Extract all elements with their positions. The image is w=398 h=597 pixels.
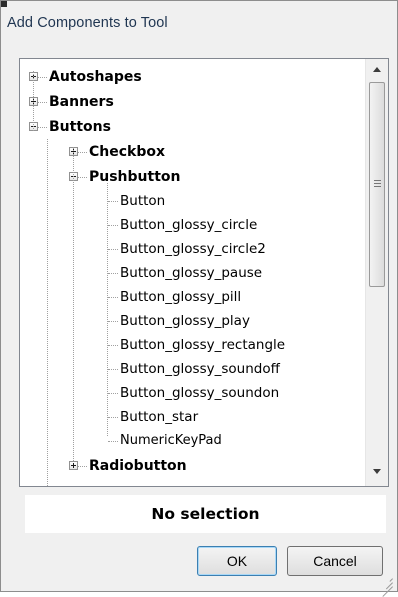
tree-item-label: Button_glossy_soundoff — [120, 361, 280, 377]
ok-button[interactable]: OK — [197, 546, 277, 576]
tree-item-label: Button_glossy_soundon — [120, 385, 280, 401]
tree-item-button-glossy-pill[interactable]: Button_glossy_pill — [20, 285, 360, 309]
tree-item-autoshapes[interactable]: Autoshapes — [20, 65, 360, 89]
dialog-title: Add Components to Tool — [7, 15, 168, 31]
expand-plus-icon[interactable] — [69, 461, 78, 470]
vertical-scrollbar[interactable] — [365, 59, 388, 486]
tree-item-label: Button — [120, 193, 166, 209]
tree-item-label: Button_glossy_circle — [120, 217, 258, 233]
tree-item-label: Button_glossy_play — [120, 313, 250, 329]
tree-item-label: Button_glossy_circle2 — [120, 241, 266, 257]
tree-item-button-glossy-soundoff[interactable]: Button_glossy_soundoff — [20, 357, 360, 381]
tree-item-label: Radiobutton — [89, 458, 187, 474]
tree-item-numerickeypad[interactable]: NumericKeyPad — [20, 429, 360, 453]
tree-item-buttons[interactable]: Buttons — [20, 115, 360, 139]
tree-view: Autoshapes Banners Buttons Checkbox Push… — [20, 59, 365, 486]
tree-item-checkbox[interactable]: Checkbox — [20, 140, 360, 164]
tree-item-pushbutton[interactable]: Pushbutton — [20, 165, 360, 189]
resize-grip-icon[interactable] — [379, 573, 393, 597]
tree-item-label: Banners — [49, 94, 114, 110]
window-corner — [1, 1, 7, 7]
tree-item-label: Button_glossy_rectangle — [120, 337, 286, 353]
tree-item-label: Autoshapes — [49, 69, 142, 85]
tree-item-label: Button_glossy_pill — [120, 289, 242, 305]
tree-item-button-glossy-play[interactable]: Button_glossy_play — [20, 309, 360, 333]
tree-item-label: Button_glossy_pause — [120, 265, 263, 281]
tree-item-label: Pushbutton — [89, 169, 181, 185]
tree-item-label: NumericKeyPad — [120, 433, 222, 448]
arrow-up-icon[interactable] — [366, 60, 388, 80]
arrow-down-icon[interactable] — [366, 461, 388, 481]
add-components-dialog: Add Components to Tool Autoshapes Banner… — [0, 0, 398, 597]
components-tree[interactable]: Autoshapes Banners Buttons Checkbox Push… — [19, 58, 389, 487]
tree-item-label: Checkbox — [89, 144, 166, 160]
tree-item-button-glossy-soundon[interactable]: Button_glossy_soundon — [20, 381, 360, 405]
selection-status: No selection — [25, 495, 386, 533]
tree-item-label: Buttons — [49, 119, 111, 135]
tree-guide-line — [33, 71, 35, 131]
tree-item-button-glossy-rectangle[interactable]: Button_glossy_rectangle — [20, 333, 360, 357]
tree-item-button-glossy-circle[interactable]: Button_glossy_circle — [20, 213, 360, 237]
tree-item-button[interactable]: Button — [20, 189, 360, 213]
tree-item-radiobutton[interactable]: Radiobutton — [20, 454, 360, 478]
tree-item-label: Button_star — [120, 409, 199, 425]
scrollbar-thumb[interactable] — [369, 82, 385, 287]
tree-item-banners[interactable]: Banners — [20, 90, 360, 114]
tree-item-button-glossy-pause[interactable]: Button_glossy_pause — [20, 261, 360, 285]
cancel-button[interactable]: Cancel — [287, 546, 383, 576]
status-text: No selection — [151, 505, 260, 523]
tree-item-button-glossy-circle2[interactable]: Button_glossy_circle2 — [20, 237, 360, 261]
tree-item-button-star[interactable]: Button_star — [20, 405, 360, 429]
